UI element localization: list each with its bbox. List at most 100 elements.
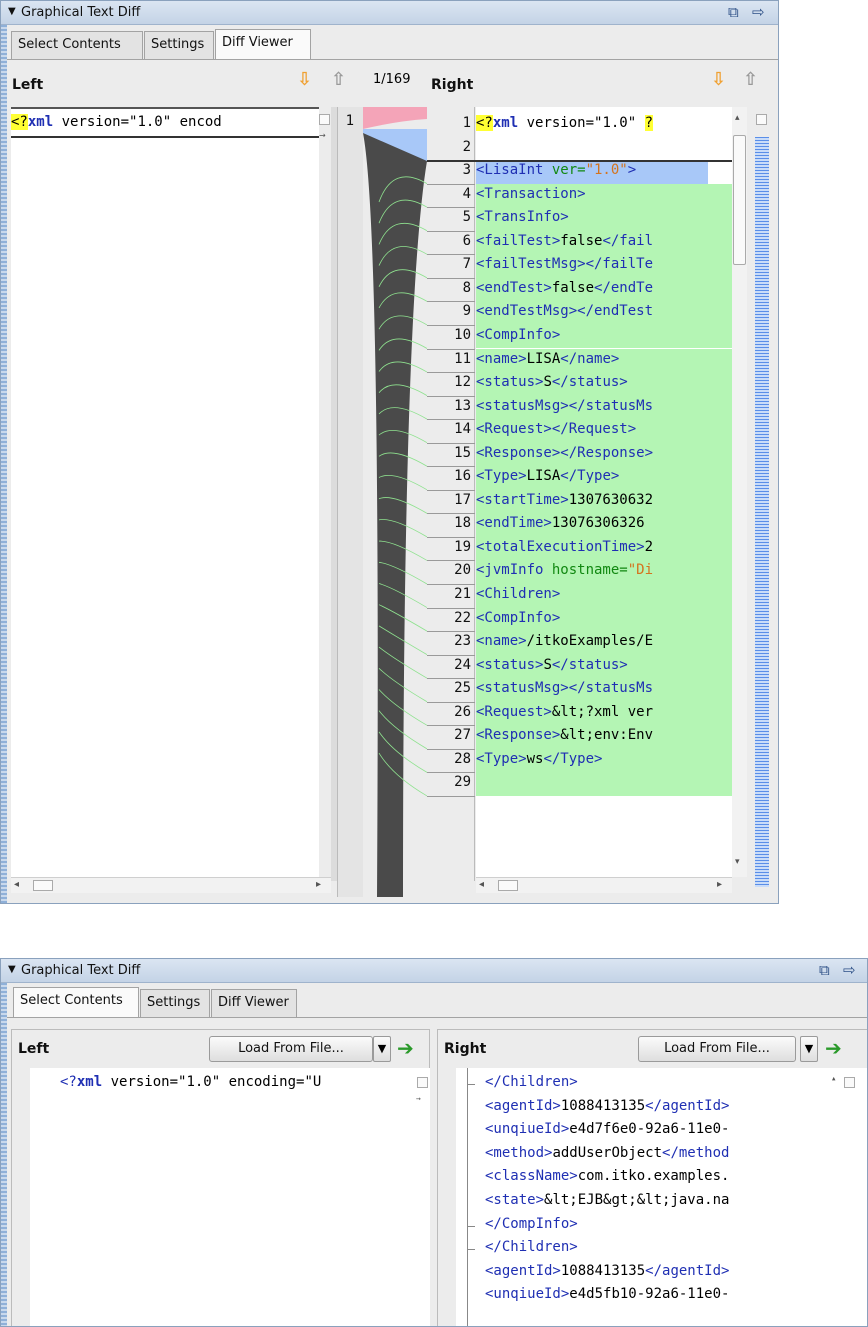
prev-diff-up-arrow-icon[interactable]: ⇧ bbox=[331, 69, 346, 90]
code-line: <Transaction> bbox=[476, 183, 732, 208]
code-token: <agentId> bbox=[485, 1097, 561, 1114]
code-token: </method bbox=[662, 1144, 730, 1161]
code-line: <Request></Request> bbox=[476, 419, 732, 443]
tab-diff-viewer[interactable]: Diff Viewer bbox=[211, 989, 297, 1017]
line-checkbox[interactable] bbox=[417, 1077, 428, 1088]
collapse-triangle-icon[interactable]: ▼ bbox=[8, 6, 16, 17]
left-header: Left bbox=[12, 77, 44, 93]
code-token: "1.0" bbox=[585, 162, 628, 179]
fold-marker[interactable] bbox=[467, 1249, 475, 1251]
panel-titlebar[interactable]: ▼ Graphical Text Diff ⧉ ⇨ bbox=[1, 959, 867, 983]
code-line: <failTest>false</fail bbox=[476, 230, 732, 255]
right-line-number: 13 bbox=[454, 397, 471, 414]
right-line-number: 5 bbox=[462, 209, 471, 226]
code-token: </CompInfo> bbox=[485, 1215, 578, 1232]
load-from-file-button-right[interactable]: Load From File... bbox=[638, 1036, 796, 1062]
code-token: <statusMsg></statusMs bbox=[476, 680, 654, 697]
panel-titlebar[interactable]: ▼ Graphical Text Diff ⧉ ⇨ bbox=[1, 1, 778, 25]
line-number-divider bbox=[427, 701, 475, 703]
line-checkbox[interactable] bbox=[844, 1077, 855, 1088]
next-diff-down-arrow-icon[interactable]: ⇩ bbox=[711, 69, 726, 90]
left-editor[interactable]: <?xml version="1.0" encod bbox=[11, 107, 319, 881]
right-vertical-scrollbar[interactable]: ▴ ▾ bbox=[732, 107, 747, 877]
code-token: 2 bbox=[644, 538, 654, 555]
code-line: <method>addUserObject</method bbox=[485, 1145, 729, 1161]
code-token: </fail bbox=[602, 232, 654, 249]
code-token: <? bbox=[476, 115, 493, 131]
tab-select-contents[interactable]: Select Contents bbox=[13, 987, 139, 1018]
code-token: e4d7f6e0-92a6-11e0- bbox=[569, 1121, 730, 1138]
scroll-right-icon[interactable]: ▸ bbox=[717, 879, 722, 890]
code-token: <Request></Request> bbox=[476, 421, 637, 438]
right-line-number: 9 bbox=[462, 303, 471, 320]
right-line-number: 19 bbox=[454, 538, 471, 555]
right-header: Right bbox=[444, 1041, 487, 1057]
code-line: <unqiueId>e4d5fb10-92a6-11e0- bbox=[485, 1286, 729, 1302]
fold-marker[interactable] bbox=[467, 1084, 475, 1085]
apply-green-arrow-icon[interactable]: ➔ bbox=[397, 1036, 414, 1060]
left-horizontal-scrollbar[interactable]: ◂ ▸ bbox=[11, 877, 331, 893]
fold-marker[interactable] bbox=[467, 1225, 475, 1227]
detach-window-icon[interactable]: ⧉ bbox=[728, 3, 739, 21]
panel-title: Graphical Text Diff bbox=[21, 963, 141, 978]
code-line: <endTest>false</endTe bbox=[476, 277, 732, 302]
scroll-left-icon[interactable]: ◂ bbox=[479, 879, 484, 890]
right-input-editor[interactable]: </Children> <agentId>1088413135</agentId>… bbox=[438, 1068, 867, 1326]
right-line-number: 7 bbox=[462, 256, 471, 273]
line-checkbox[interactable] bbox=[756, 114, 767, 125]
scroll-thumb[interactable] bbox=[733, 135, 746, 265]
code-token: <unqiueId> bbox=[485, 1121, 570, 1138]
next-diff-down-arrow-icon[interactable]: ⇩ bbox=[297, 69, 312, 90]
apply-green-arrow-icon[interactable]: ➔ bbox=[825, 1036, 842, 1060]
scroll-down-icon[interactable]: ▾ bbox=[735, 857, 740, 867]
code-token: <LisaInt bbox=[476, 162, 552, 179]
scroll-thumb[interactable] bbox=[33, 880, 53, 891]
collapse-triangle-icon[interactable]: ▼ bbox=[8, 964, 16, 975]
line-number-divider bbox=[427, 395, 475, 397]
tab-settings[interactable]: Settings bbox=[140, 989, 210, 1017]
scroll-up-icon[interactable]: ▴ bbox=[831, 1074, 836, 1084]
code-line: <name>LISA</name> bbox=[476, 348, 732, 372]
scroll-up-icon[interactable]: ▴ bbox=[735, 113, 740, 123]
code-line: </CompInfo> bbox=[485, 1216, 578, 1232]
line-checkbox[interactable] bbox=[319, 114, 330, 125]
load-options-dropdown-right[interactable]: ▼ bbox=[800, 1036, 818, 1062]
code-token: /itkoExamples/E bbox=[526, 633, 654, 650]
scroll-right-icon[interactable]: ▸ bbox=[316, 879, 321, 890]
tab-diff-viewer[interactable]: Diff Viewer bbox=[215, 29, 311, 60]
line-number-divider bbox=[427, 277, 475, 279]
code-token: <method> bbox=[485, 1144, 553, 1161]
line-number-divider bbox=[427, 772, 475, 774]
code-line: <totalExecutionTime>2 bbox=[476, 536, 732, 561]
line-number-divider bbox=[427, 795, 475, 797]
diff-separator-line bbox=[427, 160, 732, 163]
load-options-dropdown-left[interactable]: ▼ bbox=[373, 1036, 391, 1062]
code-token: "Di bbox=[627, 562, 654, 579]
code-line: <Request>&lt;?xml ver bbox=[476, 701, 732, 726]
right-line-number: 3 bbox=[462, 162, 471, 179]
diff-overview-ruler[interactable] bbox=[755, 137, 769, 887]
code-token: ws bbox=[526, 750, 544, 767]
code-token: <CompInfo> bbox=[476, 609, 561, 626]
pin-arrow-icon[interactable]: ⇨ bbox=[843, 961, 856, 979]
right-horizontal-scrollbar[interactable]: ◂ ▸ bbox=[476, 877, 732, 893]
code-line: <status>S</status> bbox=[476, 372, 732, 396]
left-input-editor[interactable]: <?xml version="1.0" encoding="U → bbox=[12, 1068, 430, 1326]
right-line-number: 22 bbox=[454, 609, 471, 626]
load-from-file-button-left[interactable]: Load From File... bbox=[209, 1036, 373, 1062]
detach-window-icon[interactable]: ⧉ bbox=[819, 961, 830, 979]
code-token: 13076306326 bbox=[551, 515, 645, 532]
right-editor[interactable]: <?xml version="1.0" ? <LisaInt ver="1.0">… bbox=[476, 107, 732, 881]
prev-diff-up-arrow-icon[interactable]: ⇧ bbox=[743, 69, 758, 90]
tab-settings[interactable]: Settings bbox=[144, 31, 214, 59]
fold-guide-line bbox=[467, 1068, 468, 1326]
scroll-thumb[interactable] bbox=[498, 880, 518, 891]
right-line-number: 20 bbox=[454, 562, 471, 579]
code-token: ver= bbox=[551, 162, 586, 179]
pin-arrow-icon[interactable]: ⇨ bbox=[752, 3, 765, 21]
scroll-left-icon[interactable]: ◂ bbox=[14, 879, 19, 890]
code-line: </Children> bbox=[485, 1074, 578, 1090]
code-token: 1088413135 bbox=[560, 1097, 646, 1114]
tab-select-contents[interactable]: Select Contents bbox=[11, 31, 143, 59]
right-line-number: 23 bbox=[454, 633, 471, 650]
